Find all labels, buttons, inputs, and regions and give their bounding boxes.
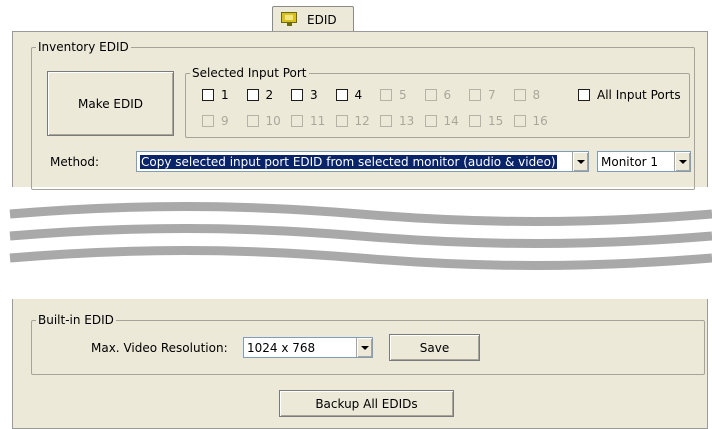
input-port-label: 13: [399, 114, 415, 128]
input-port-box[interactable]: [469, 89, 481, 101]
chevron-down-icon[interactable]: [572, 152, 588, 171]
input-port-box[interactable]: [380, 89, 392, 101]
inventory-panel: Inventory EDID Make EDID Selected Input …: [12, 31, 708, 190]
input-port-label: 15: [488, 114, 504, 128]
input-port-label: 4: [354, 88, 363, 102]
input-port-label: 6: [443, 88, 452, 102]
input-port-checkbox[interactable]: 12: [335, 114, 370, 128]
input-port-box[interactable]: [335, 115, 348, 127]
save-button[interactable]: Save: [389, 334, 480, 361]
input-port-box[interactable]: [246, 89, 259, 101]
save-label: Save: [419, 340, 450, 355]
input-port-checkbox[interactable]: 16: [513, 114, 548, 128]
input-port-checkbox[interactable]: 8: [513, 88, 541, 102]
make-edid-label: Make EDID: [77, 96, 144, 111]
input-port-checkbox[interactable]: 9: [202, 114, 229, 128]
input-port-checkbox[interactable]: 7: [469, 88, 496, 102]
input-port-checkbox[interactable]: 10: [246, 114, 281, 128]
builtin-edid-legend: Built-in EDID: [38, 313, 114, 327]
builtin-panel: Built-in EDID Max. Video Resolution: 102…: [12, 299, 708, 429]
wavy-break-graphic: [9, 202, 712, 270]
input-port-label: 14: [443, 114, 459, 128]
method-select[interactable]: Copy selected input port EDID from selec…: [136, 151, 589, 172]
selected-input-port-legend: Selected Input Port: [192, 66, 307, 80]
method-select-value: Copy selected input port EDID from selec…: [140, 154, 557, 169]
input-port-box[interactable]: [335, 89, 348, 101]
input-port-label: 7: [488, 88, 496, 102]
backup-all-edids-button[interactable]: Backup All EDIDs: [279, 390, 454, 417]
resolution-select[interactable]: 1024 x 768: [243, 337, 373, 358]
all-input-ports-checkbox[interactable]: All Input Ports: [578, 88, 681, 102]
input-port-checkbox[interactable]: 4: [335, 88, 363, 102]
tab-edid[interactable]: EDID: [272, 6, 354, 32]
input-port-box[interactable]: [291, 89, 303, 101]
tab-edid-label: EDID: [307, 12, 337, 27]
input-port-box[interactable]: [424, 115, 437, 127]
input-port-checkbox[interactable]: 14: [424, 114, 459, 128]
input-port-box[interactable]: [246, 115, 259, 127]
monitor-select[interactable]: Monitor 1: [597, 151, 691, 172]
input-port-label: 12: [354, 114, 370, 128]
monitor-select-value: Monitor 1: [601, 154, 659, 169]
method-label: Method:: [50, 155, 100, 169]
backup-all-edids-label: Backup All EDIDs: [315, 396, 418, 411]
input-port-box[interactable]: [202, 89, 214, 101]
input-port-box[interactable]: [513, 115, 526, 127]
input-port-checkbox[interactable]: 2: [246, 88, 274, 102]
input-port-label: 5: [399, 88, 407, 102]
input-port-box[interactable]: [291, 115, 303, 127]
input-port-checkbox[interactable]: 13: [380, 114, 414, 128]
input-port-checkbox[interactable]: 6: [424, 88, 452, 102]
max-video-resolution-label: Max. Video Resolution:: [91, 341, 228, 355]
input-port-label: 10: [265, 114, 281, 128]
input-port-label: 3: [310, 88, 318, 102]
chevron-down-icon[interactable]: [674, 152, 690, 171]
input-port-label: 1: [221, 88, 229, 102]
inventory-edid-legend: Inventory EDID: [38, 40, 129, 54]
input-port-checkbox[interactable]: 5: [380, 88, 407, 102]
input-port-checkbox[interactable]: 3: [291, 88, 318, 102]
all-input-ports-box[interactable]: [578, 89, 590, 101]
input-port-box[interactable]: [202, 115, 214, 127]
input-port-label: 9: [221, 114, 229, 128]
input-port-checkbox[interactable]: 15: [469, 114, 503, 128]
input-port-label: 16: [532, 114, 548, 128]
input-port-label: 11: [310, 114, 326, 128]
input-port-label: 8: [532, 88, 541, 102]
input-port-checkbox[interactable]: 1: [202, 88, 229, 102]
resolution-select-value: 1024 x 768: [247, 340, 316, 355]
input-port-box[interactable]: [513, 89, 526, 101]
input-port-box[interactable]: [424, 89, 437, 101]
make-edid-button[interactable]: Make EDID: [47, 71, 174, 136]
input-port-box[interactable]: [469, 115, 481, 127]
input-port-checkbox[interactable]: 11: [291, 114, 325, 128]
chevron-down-icon[interactable]: [356, 338, 372, 357]
input-port-label: 2: [265, 88, 274, 102]
monitor-icon: [281, 12, 299, 27]
input-port-box[interactable]: [380, 115, 392, 127]
all-input-ports-label: All Input Ports: [597, 88, 681, 102]
